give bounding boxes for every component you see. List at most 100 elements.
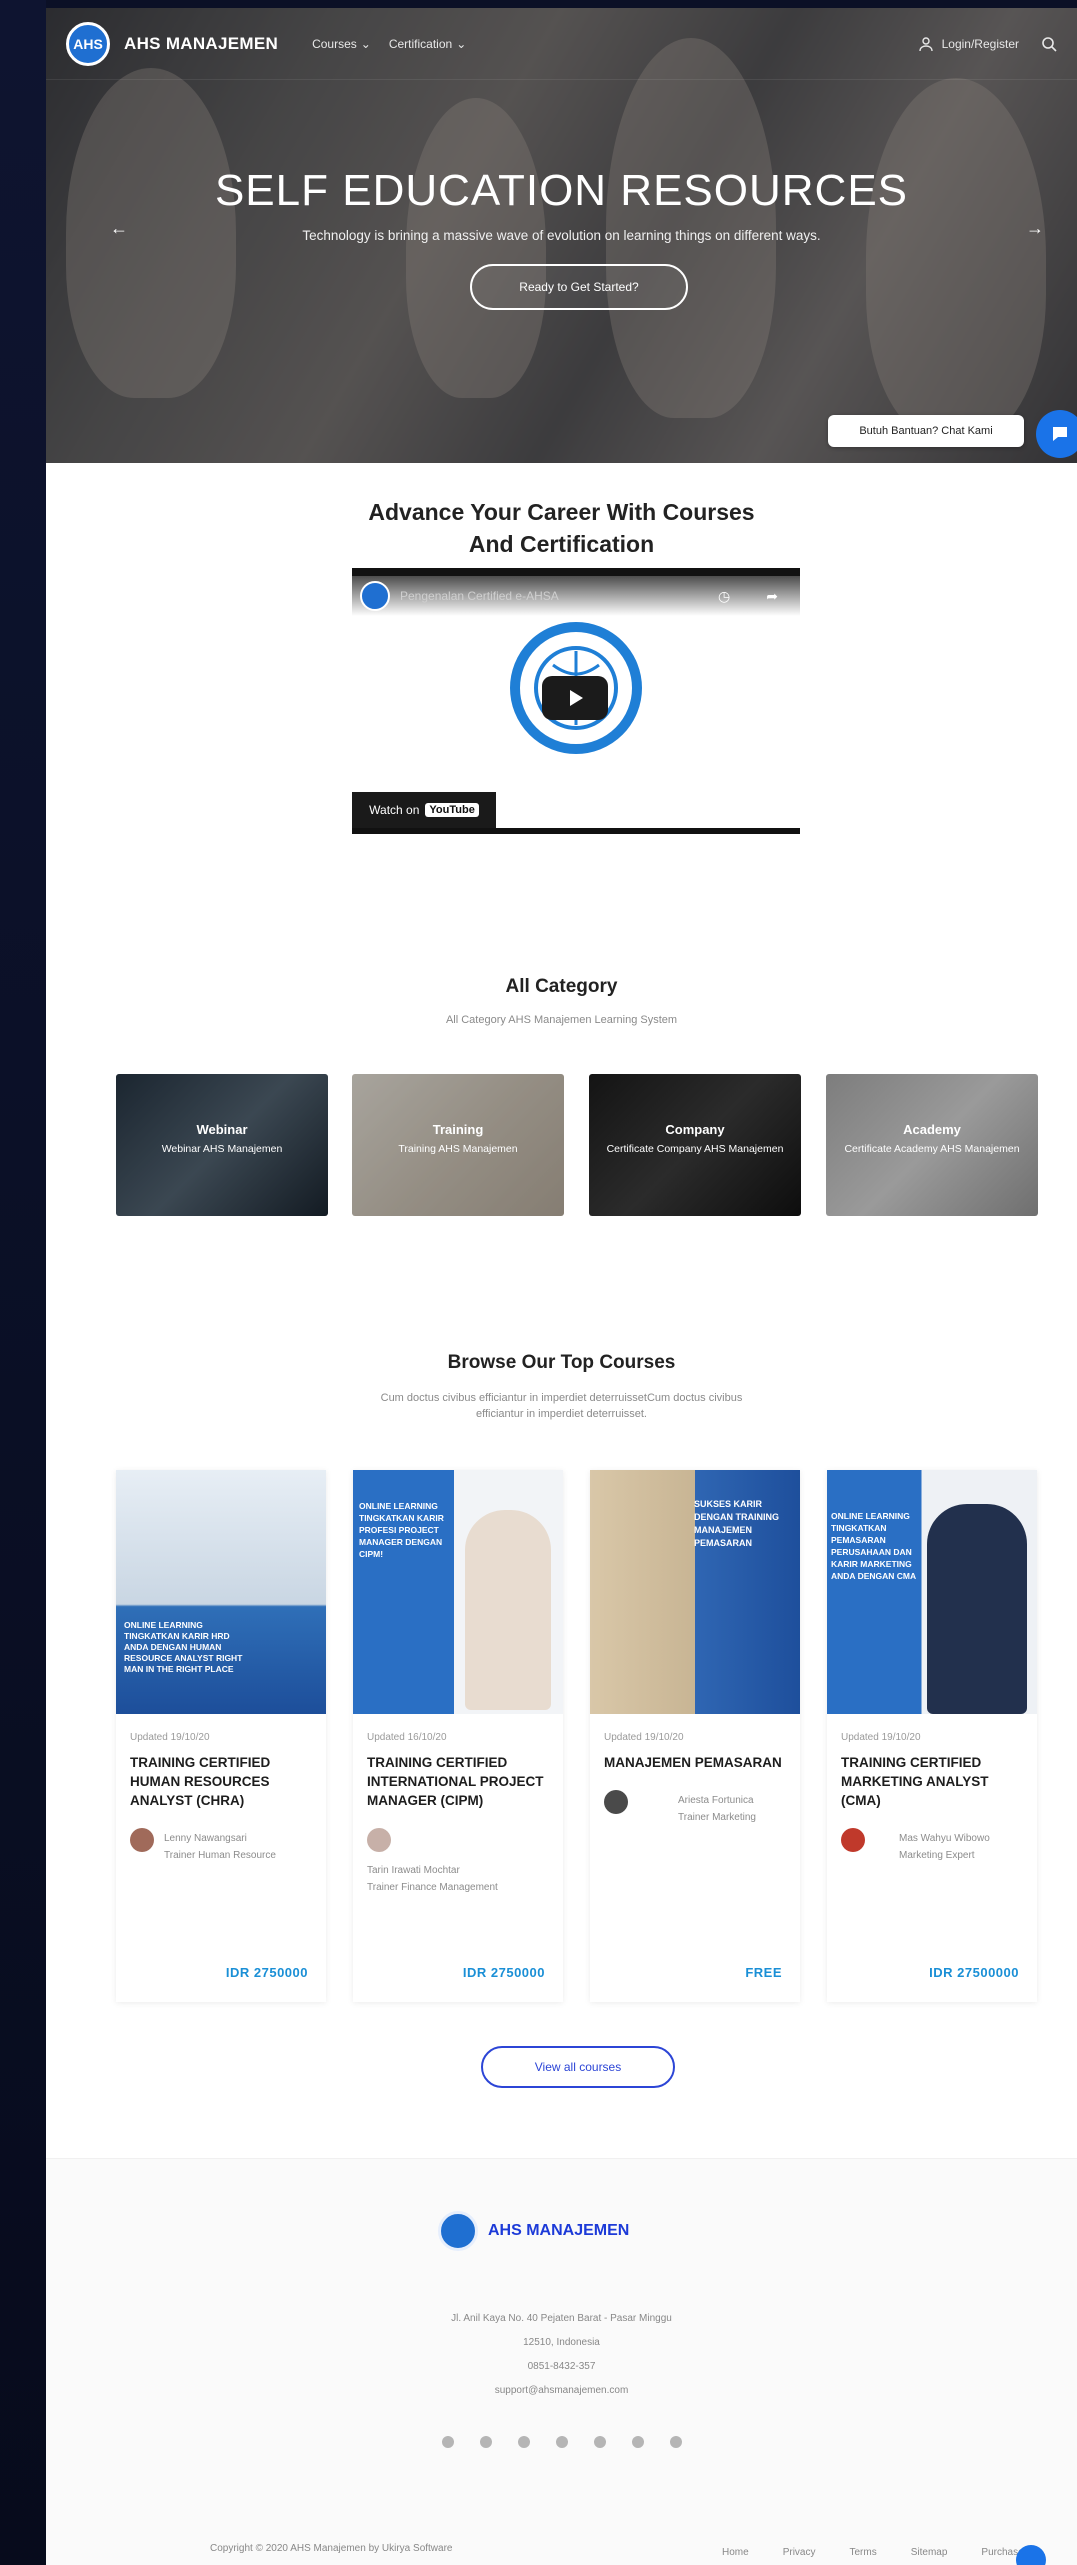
course-card[interactable]: ONLINE LEARNING TINGKATKAN KARIR HRD AND…	[116, 1470, 326, 2002]
chat-button[interactable]	[1036, 410, 1077, 458]
footer-logo-icon	[438, 2211, 478, 2251]
trainer-name: Lenny Nawangsari	[164, 1833, 247, 1844]
courses-section-subtitle: Cum doctus civibus efficiantur in imperd…	[46, 1390, 1077, 1422]
category-desc: Certificate Academy AHS Manajemen	[844, 1143, 1020, 1155]
avatar	[604, 1790, 628, 1814]
nav-courses[interactable]: Courses ⌄	[312, 37, 371, 51]
course-title[interactable]: MANAJEMEN PEMASARAN	[604, 1753, 786, 1772]
footer-brand-name: AHS MANAJEMEN	[488, 2222, 630, 2239]
search-icon[interactable]	[1041, 36, 1057, 52]
thumbnail-person	[927, 1504, 1027, 1714]
course-title[interactable]: TRAINING CERTIFIED MARKETING ANALYST (CM…	[841, 1753, 1023, 1810]
watch-on-label: Watch on	[369, 803, 420, 817]
watch-on-youtube[interactable]: Watch on YouTube	[352, 792, 496, 828]
chevron-down-icon: ⌄	[456, 36, 467, 51]
footer-phone[interactable]: 0851-8432-357	[46, 2361, 1077, 2372]
footer-postcode: 12510, Indonesia	[523, 2337, 600, 2348]
trainer-info: Tarin Irawati Mochtar Trainer Finance Ma…	[367, 1860, 498, 1896]
hero-title: SELF EDUCATION RESOURCES	[214, 166, 909, 215]
course-card[interactable]: ONLINE LEARNING TINGKATKAN KARIR PROFESI…	[353, 1470, 563, 2002]
trainer-role: Marketing Expert	[899, 1850, 975, 1861]
course-trainer: Tarin Irawati Mochtar Trainer Finance Ma…	[367, 1828, 549, 1896]
course-trainer: Ariesta Fortunica Trainer Marketing	[604, 1790, 786, 1826]
course-body: Updated 19/10/20 MANAJEMEN PEMASARAN Ari…	[590, 1714, 800, 1844]
youtube-icon[interactable]	[593, 2436, 606, 2448]
category-title: Webinar	[196, 1122, 248, 1137]
course-thumbnail[interactable]: ONLINE LEARNING TINGKATKAN KARIR HRD AND…	[116, 1470, 326, 1714]
trainer-role: Trainer Finance Management	[367, 1882, 498, 1893]
footer-link-terms[interactable]: Terms	[849, 2547, 876, 2558]
brand-logo[interactable]: AHS	[66, 21, 110, 66]
get-started-button[interactable]: Ready to Get Started?	[470, 264, 688, 310]
category-card-academy[interactable]: Academy Certificate Academy AHS Manajeme…	[826, 1074, 1038, 1216]
nav-courses-label: Courses	[312, 36, 357, 51]
course-card[interactable]: ONLINE LEARNING TINGKATKAN PEMASARAN PER…	[827, 1470, 1037, 2002]
course-updated: Updated 16/10/20	[367, 1732, 447, 1743]
course-title[interactable]: TRAINING CERTIFIED INTERNATIONAL PROJECT…	[367, 1753, 549, 1810]
channel-avatar[interactable]	[360, 581, 390, 611]
footer-brand[interactable]: AHS MANAJEMEN	[438, 2211, 629, 2251]
avatar	[130, 1828, 154, 1852]
category-title: Company	[665, 1122, 725, 1137]
trainer-info: Ariesta Fortunica Trainer Marketing	[638, 1790, 756, 1826]
instagram-icon[interactable]	[479, 2436, 492, 2448]
video-embed[interactable]: Pengenalan Certified e-AHSA ◷ ➦ Watch on…	[352, 568, 800, 834]
trainer-name: Mas Wahyu Wibowo	[899, 1833, 990, 1844]
top-navbar: AHS AHS MANAJEMEN Courses ⌄ Certificatio…	[46, 8, 1077, 80]
course-body: Updated 19/10/20 TRAINING CERTIFIED MARK…	[827, 1714, 1037, 1882]
avatar	[841, 1828, 865, 1852]
clock-icon[interactable]: ◷	[718, 588, 730, 605]
facebook-icon[interactable]	[441, 2436, 454, 2448]
pinterest-icon[interactable]	[631, 2436, 644, 2448]
category-card-webinar[interactable]: Webinar Webinar AHS Manajemen	[116, 1074, 328, 1216]
web-icon[interactable]	[669, 2436, 682, 2448]
course-updated: Updated 19/10/20	[130, 1732, 210, 1743]
footer-link-sitemap[interactable]: Sitemap	[911, 2547, 948, 2558]
brand-name[interactable]: AHS MANAJEMEN	[124, 34, 278, 54]
nav-certification[interactable]: Certification ⌄	[389, 37, 466, 51]
play-button[interactable]	[542, 676, 608, 720]
footer-links: Home Privacy Terms Sitemap Purchase	[722, 2547, 1024, 2558]
courses-section-title: Browse Our Top Courses	[447, 1352, 676, 1373]
course-thumbnail[interactable]: ONLINE LEARNING TINGKATKAN KARIR PROFESI…	[353, 1470, 563, 1714]
courses-subtitle-line: efficiantur in imperdiet deterruisset.	[476, 1408, 647, 1420]
category-card-company[interactable]: Company Certificate Company AHS Manajeme…	[589, 1074, 801, 1216]
page: AHS AHS MANAJEMEN Courses ⌄ Certificatio…	[46, 8, 1077, 2565]
course-thumbnail[interactable]: ONLINE LEARNING TINGKATKAN PEMASARAN PER…	[827, 1470, 1037, 1714]
course-body: Updated 16/10/20 TRAINING CERTIFIED INTE…	[353, 1714, 563, 1914]
category-card-training[interactable]: Training Training AHS Manajemen	[352, 1074, 564, 1216]
course-title[interactable]: TRAINING CERTIFIED HUMAN RESOURCES ANALY…	[130, 1753, 312, 1810]
courses-subtitle-line: Cum doctus civibus efficiantur in imperd…	[380, 1392, 743, 1404]
category-desc: Webinar AHS Manajemen	[161, 1143, 283, 1155]
video-title[interactable]: Pengenalan Certified e-AHSA	[400, 589, 559, 603]
footer-email[interactable]: support@ahsmanajemen.com	[46, 2385, 1077, 2396]
footer-link-privacy[interactable]: Privacy	[783, 2547, 816, 2558]
copyright-text: Copyright © 2020 AHS Manajemen by Ukirya…	[210, 2543, 453, 2554]
share-icon[interactable]: ➦	[766, 588, 778, 605]
thumbnail-text: ONLINE LEARNING TINGKATKAN KARIR PROFESI…	[359, 1501, 444, 1559]
thumbnail-text: SUKSES KARIR DENGAN TRAINING MANAJEMEN P…	[694, 1499, 779, 1548]
login-register-link[interactable]: Login/Register	[942, 37, 1019, 51]
footer-address: Jl. Anil Kaya No. 40 Pejaten Barat - Pas…	[451, 2313, 672, 2324]
linkedin-icon[interactable]	[517, 2436, 530, 2448]
chat-help-bubble[interactable]: Butuh Bantuan? Chat Kami	[828, 415, 1024, 447]
footer-link-home[interactable]: Home	[722, 2547, 749, 2558]
youtube-logo: YouTube	[425, 803, 479, 817]
course-card[interactable]: SUKSES KARIR DENGAN TRAINING MANAJEMEN P…	[590, 1470, 800, 2002]
hero-subtitle: Technology is brining a massive wave of …	[302, 228, 821, 243]
thumbnail-person	[465, 1510, 551, 1710]
category-title: Training	[432, 1122, 484, 1137]
category-desc: Training AHS Manajemen	[398, 1143, 518, 1155]
trainer-role: Trainer Human Resource	[164, 1850, 276, 1861]
course-updated: Updated 19/10/20	[841, 1732, 921, 1743]
trainer-info: Lenny Nawangsari Trainer Human Resource	[164, 1828, 276, 1864]
course-trainer: Lenny Nawangsari Trainer Human Resource	[130, 1828, 312, 1864]
course-thumbnail[interactable]: SUKSES KARIR DENGAN TRAINING MANAJEMEN P…	[590, 1470, 800, 1714]
twitter-icon[interactable]	[555, 2436, 568, 2448]
footer: AHS MANAJEMEN Jl. Anil Kaya No. 40 Pejat…	[46, 2158, 1077, 2565]
view-all-courses-button[interactable]: View all courses	[481, 2046, 675, 2088]
hero-banner: AHS AHS MANAJEMEN Courses ⌄ Certificatio…	[46, 8, 1077, 463]
screen-edge	[0, 0, 46, 2565]
category-section-title: All Category	[505, 976, 618, 997]
chevron-down-icon: ⌄	[360, 36, 371, 51]
